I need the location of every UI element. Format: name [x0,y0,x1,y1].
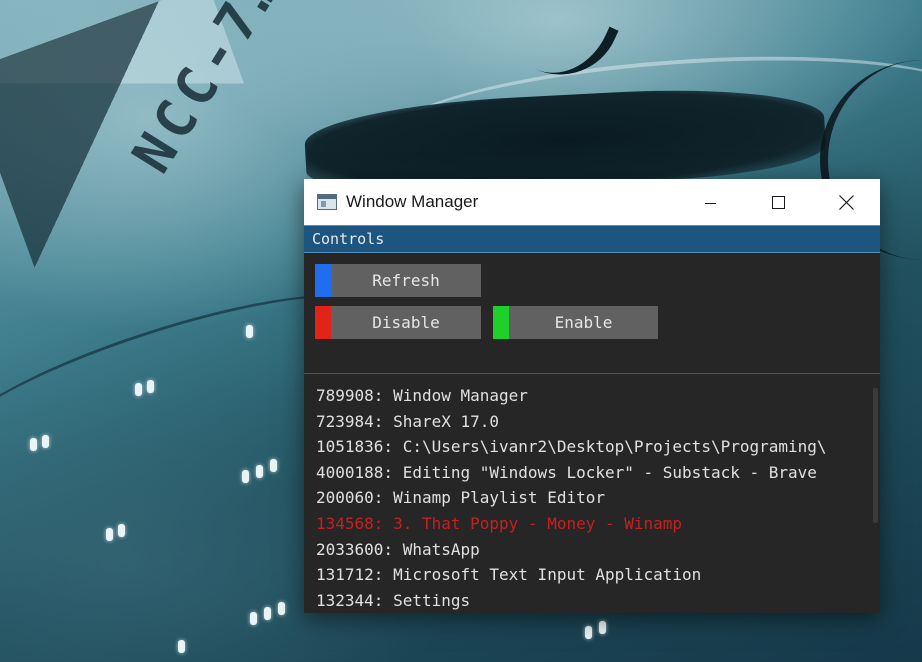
window-manager-window[interactable]: Window Manager Controls Refresh Disable [304,179,880,613]
porthole-light [256,465,263,478]
porthole-light [178,640,185,653]
porthole-light [135,383,142,396]
porthole-light [246,325,253,338]
list-item[interactable]: 723984: ShareX 17.0 [316,409,866,435]
porthole-light [250,612,257,625]
porthole-light [585,626,592,639]
window-title: Window Manager [346,192,479,211]
list-item[interactable]: 200060: Winamp Playlist Editor [316,485,866,511]
window-list: 789908: Window Manager 723984: ShareX 17… [316,383,866,612]
enable-button[interactable]: Enable [493,306,658,339]
list-scrollbar[interactable] [873,388,878,523]
window-list-panel[interactable]: 789908: Window Manager 723984: ShareX 17… [304,374,880,612]
porthole-light [118,524,125,537]
porthole-light [278,602,285,615]
porthole-light [147,380,154,393]
list-item[interactable]: 2033600: WhatsApp [316,537,866,563]
close-icon [838,194,854,210]
minimize-button[interactable] [676,179,744,225]
porthole-light [242,470,249,483]
controls-panel: Refresh Disable Enable [304,253,880,373]
refresh-button[interactable]: Refresh [315,264,481,297]
window-controls [676,179,880,225]
enable-color-swatch [493,306,509,339]
app-window-icon [317,194,337,210]
porthole-light [42,435,49,448]
porthole-light [106,528,113,541]
maximize-icon [771,195,785,209]
porthole-light [270,459,277,472]
porthole-light [30,438,37,451]
enable-button-label: Enable [554,313,613,332]
list-item-highlighted[interactable]: 134568: 3. That Poppy - Money - Winamp [316,511,866,537]
close-button[interactable] [812,179,880,225]
refresh-button-label: Refresh [372,271,440,290]
list-item[interactable]: 131712: Microsoft Text Input Application [316,562,866,588]
refresh-color-swatch [315,264,331,297]
controls-section-header[interactable]: Controls [304,225,880,253]
porthole-light [264,607,271,620]
title-bar[interactable]: Window Manager [304,179,880,225]
list-item[interactable]: 132344: Settings [316,588,866,612]
list-item[interactable]: 789908: Window Manager [316,383,866,409]
disable-button[interactable]: Disable [315,306,481,339]
disable-button-label: Disable [372,313,440,332]
maximize-button[interactable] [744,179,812,225]
list-item[interactable]: 4000188: Editing "Windows Locker" - Subs… [316,460,866,486]
list-item[interactable]: 1051836: C:\Users\ivanr2\Desktop\Project… [316,434,866,460]
disable-color-swatch [315,306,331,339]
minimize-icon [704,202,716,204]
porthole-light [599,621,606,634]
